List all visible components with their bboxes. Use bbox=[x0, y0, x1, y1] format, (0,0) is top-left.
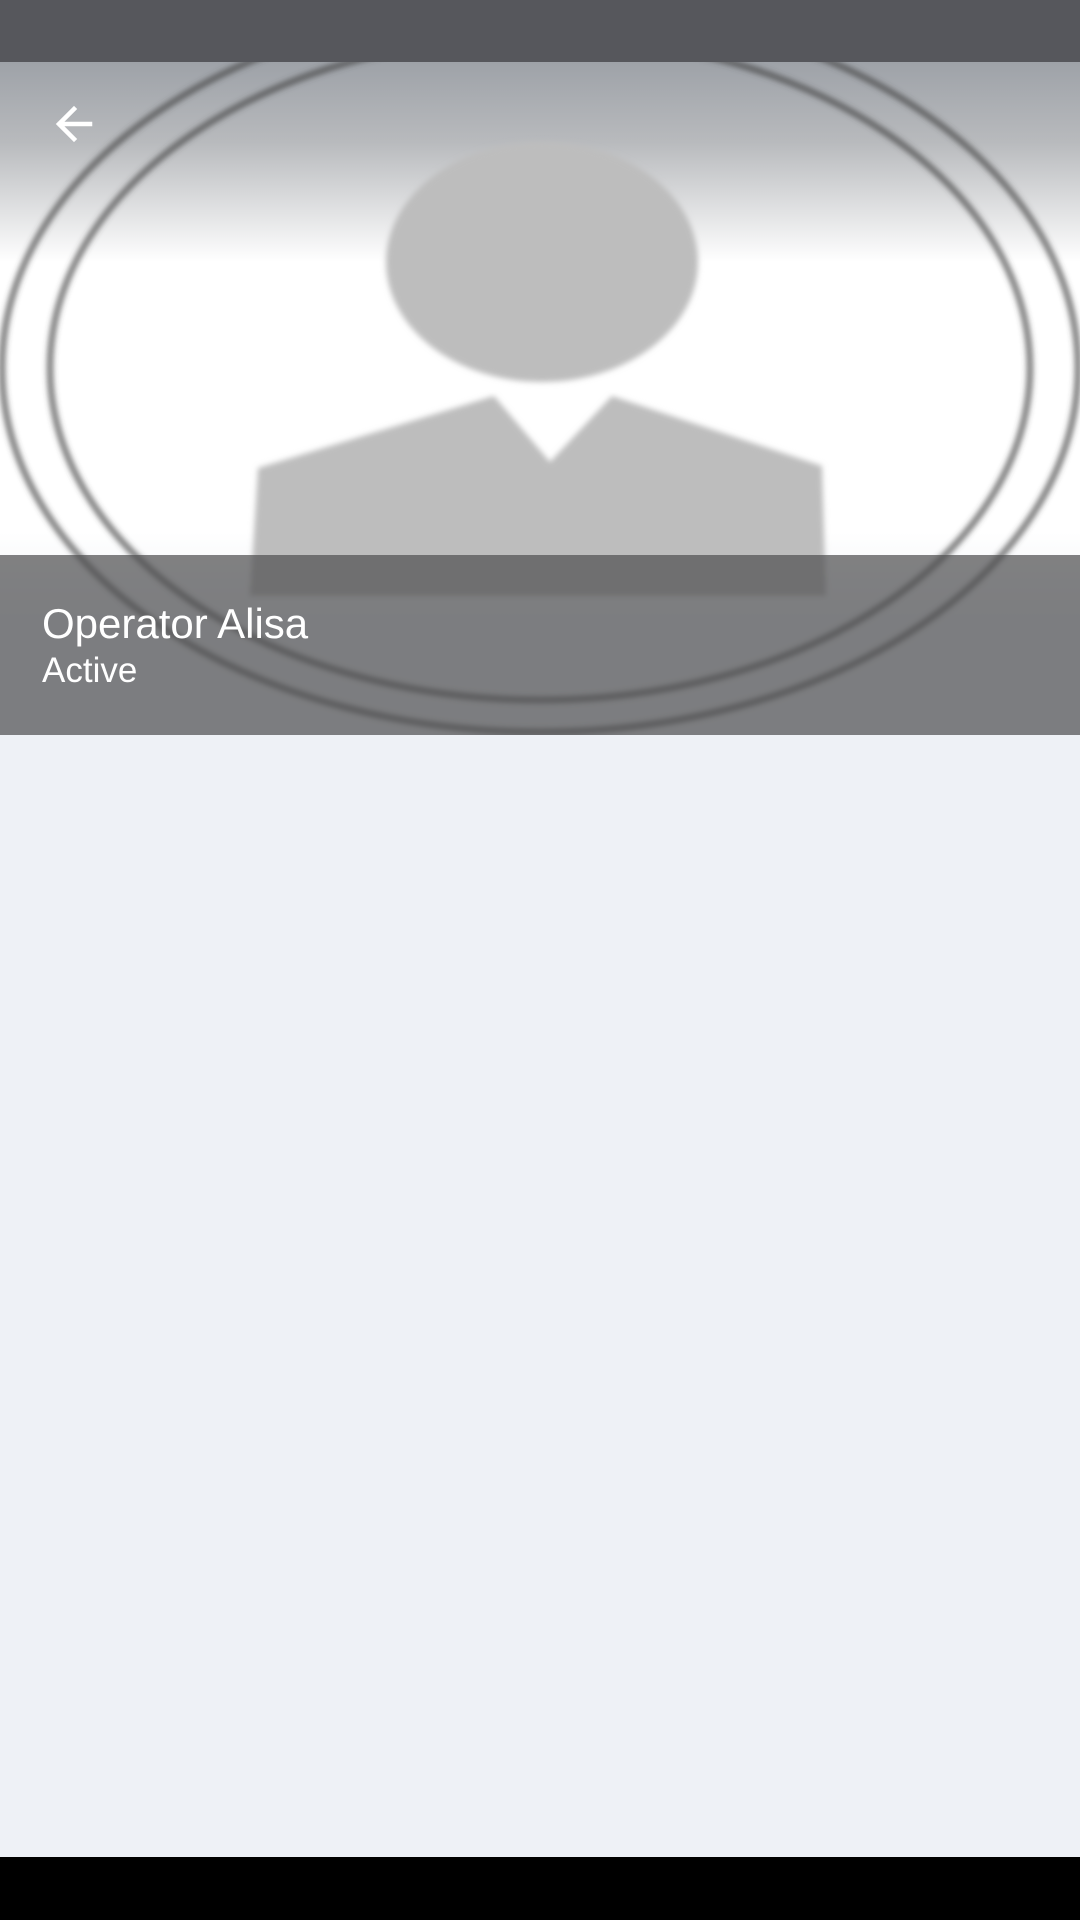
contact-profile-screen: Operator Alisa Active bbox=[0, 0, 1080, 1920]
arrow-left-icon bbox=[55, 105, 93, 143]
navigation-bar bbox=[0, 1857, 1080, 1920]
content-area bbox=[0, 735, 1080, 1857]
person-silhouette-icon bbox=[250, 142, 826, 596]
contact-name: Operator Alisa bbox=[42, 600, 309, 647]
contact-status: Active bbox=[42, 651, 138, 690]
back-button[interactable] bbox=[38, 88, 110, 160]
status-bar bbox=[0, 0, 1080, 62]
